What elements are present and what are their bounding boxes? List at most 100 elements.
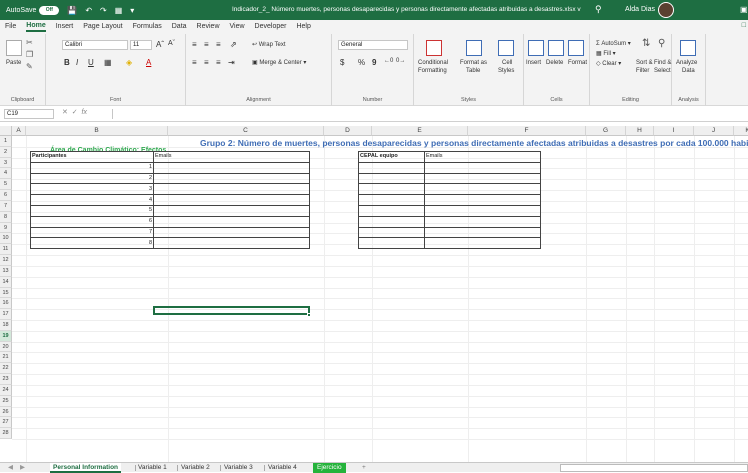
row-header-11[interactable]: 11 [0,244,12,256]
column-header-f[interactable]: F [468,126,586,136]
font-color-icon[interactable]: A [146,58,151,67]
find-select-icon[interactable]: ⚲ [658,38,665,49]
paste-icon[interactable] [6,40,22,56]
participant-email-cell[interactable] [153,215,310,228]
participant-email-cell[interactable] [153,204,310,217]
save-icon[interactable]: 💾 [67,6,77,15]
align-bottom-icon[interactable]: ≡ [216,40,221,49]
align-center-icon[interactable]: ≡ [204,58,209,67]
number-format-dropdown[interactable]: General [338,40,408,50]
autosave-toggle[interactable]: Off [39,5,60,15]
cut-icon[interactable]: ✂ [26,38,33,47]
cell-styles-icon[interactable] [498,40,514,56]
name-box[interactable]: C19 [4,109,54,119]
row-header-17[interactable]: 17 [0,309,12,320]
row-header-15[interactable]: 15 [0,287,12,299]
row-header-10[interactable]: 10 [0,233,12,245]
cepal-header[interactable]: CEPAL equipo [358,151,425,163]
cepal-member-cell[interactable] [358,161,425,174]
column-header-h[interactable]: H [626,126,654,136]
cepal-email-cell[interactable] [424,237,541,250]
participant-email-cell[interactable] [153,226,310,239]
participants-emails-header[interactable]: Emails [153,151,310,163]
quick-access-icon[interactable]: ▦ [115,6,123,15]
row-header-12[interactable]: 12 [0,255,12,266]
decrease-font-icon[interactable]: Aˇ [168,40,175,47]
participant-email-cell[interactable] [153,161,310,174]
indent-icon[interactable]: ⇥ [228,58,235,67]
decrease-decimal-icon[interactable]: 0→ [396,58,405,64]
wrap-text-button[interactable]: ↩ Wrap Text [252,41,286,48]
participant-cell[interactable]: 7 [30,226,154,239]
column-header-a[interactable]: A [12,126,26,136]
find-select-button[interactable]: Find & [654,60,671,66]
insert-button[interactable]: Insert [526,60,541,66]
delete-cells-icon[interactable] [548,40,564,56]
row-header-8[interactable]: 8 [0,211,12,223]
find-select-button-2[interactable]: Select [654,68,671,74]
fill-handle[interactable] [307,313,311,317]
row-header-3[interactable]: 3 [0,157,12,169]
insert-cells-icon[interactable] [528,40,544,56]
align-right-icon[interactable]: ≡ [216,58,221,67]
comma-button[interactable]: 9 [372,58,376,67]
align-middle-icon[interactable]: ≡ [204,40,209,49]
analyze-data-button-2[interactable]: Data [682,68,695,74]
row-header-5[interactable]: 5 [0,179,12,191]
participant-email-cell[interactable] [153,183,310,196]
cepal-email-cell[interactable] [424,183,541,196]
row-header-7[interactable]: 7 [0,200,12,212]
row-header-24[interactable]: 24 [0,384,12,396]
menu-data[interactable]: Data [172,23,187,31]
worksheet[interactable]: ABCDEFGHIJK 1 2 3 4 5 6 7 8 9 10 11 12 13 14 15 16 17 18 1… [0,126,748,462]
cepal-email-cell[interactable] [424,172,541,185]
row-header-14[interactable]: 14 [0,276,12,288]
cepal-member-cell[interactable] [358,172,425,185]
cell-styles-button[interactable]: Cell [502,60,512,66]
underline-button[interactable]: U [88,58,94,67]
conditional-formatting-button-2[interactable]: Formatting [418,68,447,74]
percent-button[interactable]: % [358,58,365,67]
increase-font-icon[interactable]: Aˆ [156,40,164,49]
sort-filter-button-2[interactable]: Filter [636,68,649,74]
avatar[interactable] [658,2,674,18]
menu-home[interactable]: Home [26,22,46,32]
paste-button[interactable]: Paste [6,60,21,66]
increase-decimal-icon[interactable]: ←0 [384,58,393,64]
row-header-9[interactable]: 9 [0,222,12,234]
horizontal-scrollbar[interactable] [560,464,748,472]
cepal-email-cell[interactable] [424,161,541,174]
cepal-member-cell[interactable] [358,183,425,196]
column-header-e[interactable]: E [372,126,468,136]
cepal-email-cell[interactable] [424,215,541,228]
menu-page-layout[interactable]: Page Layout [83,23,122,31]
sort-filter-button[interactable]: Sort & [636,60,653,66]
participant-cell[interactable]: 1 [30,161,154,174]
font-size-dropdown[interactable]: 11 [130,40,152,50]
menu-insert[interactable]: Insert [56,23,74,31]
column-header-i[interactable]: I [654,126,694,136]
column-header-j[interactable]: J [694,126,734,136]
row-header-28[interactable]: 28 [0,428,12,440]
bold-button[interactable]: B [64,58,70,67]
conditional-formatting-button[interactable]: Conditional [418,60,448,66]
analyze-data-icon[interactable] [680,40,696,56]
ribbon-display-icon[interactable]: ▣ [740,5,748,14]
selected-cell[interactable] [153,306,310,315]
align-top-icon[interactable]: ≡ [192,40,197,49]
cancel-icon[interactable]: ✕ [62,109,68,116]
row-header-4[interactable]: 4 [0,168,12,180]
select-all-corner[interactable] [0,126,12,136]
formula-input[interactable] [112,109,744,119]
font-name-dropdown[interactable]: Calibri [62,40,128,50]
participants-header[interactable]: Participantes [30,151,154,163]
participant-cell[interactable]: 3 [30,183,154,196]
format-cells-icon[interactable] [568,40,584,56]
menu-formulas[interactable]: Formulas [133,23,162,31]
orientation-icon[interactable]: ⇗ [230,40,237,49]
cell-styles-button-2[interactable]: Styles [498,68,514,74]
participant-cell[interactable]: 6 [30,215,154,228]
search-icon[interactable]: ⚲ [595,4,602,15]
align-left-icon[interactable]: ≡ [192,58,197,67]
cepal-member-cell[interactable] [358,226,425,239]
